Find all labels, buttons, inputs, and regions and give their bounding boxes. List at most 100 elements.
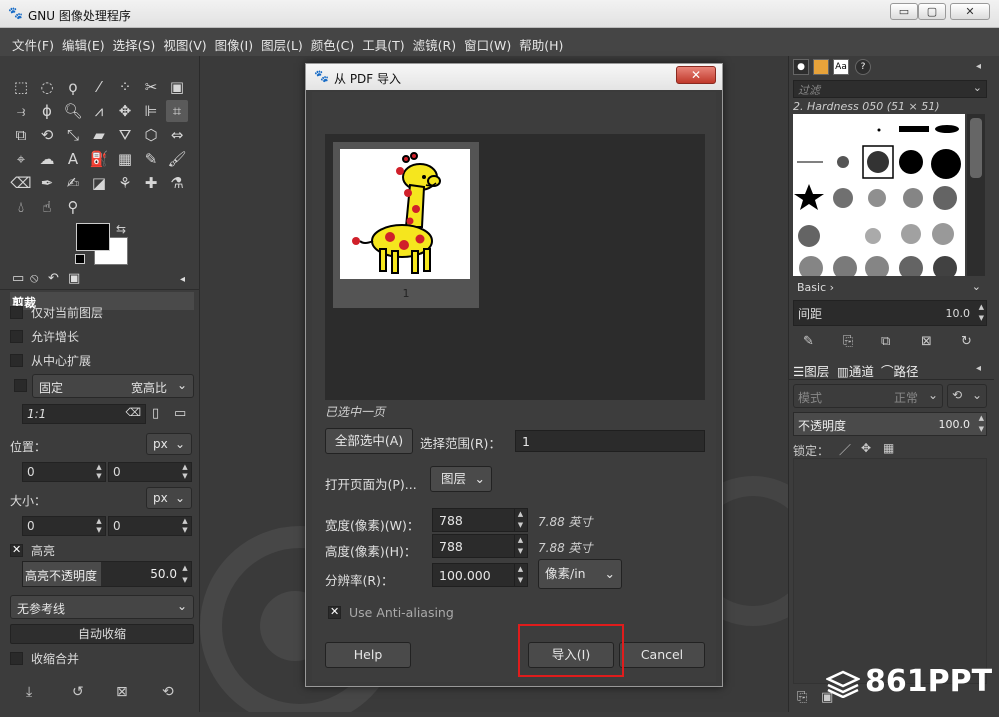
tab-channels[interactable]: ▥通道	[837, 361, 874, 380]
heal-tool-icon[interactable]: ✚	[140, 172, 162, 194]
paths-tool-icon[interactable]: ⥽	[10, 100, 32, 122]
paintbrush-tool-icon[interactable]: 🖌︎	[166, 148, 188, 170]
position-x-input[interactable]: 0 ▲ ▼	[22, 462, 106, 482]
dock-menu-icon[interactable]: ◂	[976, 61, 981, 72]
flip-tool-icon[interactable]: ⇔	[166, 124, 188, 146]
fuzzy-select-tool-icon[interactable]: ⁄	[88, 76, 110, 98]
duplicate-brush-icon[interactable]: ⧉	[881, 334, 890, 349]
brush-set-combo[interactable]: Basic › ⌄	[793, 280, 987, 298]
height-input[interactable]: 788 ▲ ▼	[432, 534, 528, 558]
help-button[interactable]: Help	[325, 642, 411, 668]
spin-arrows-icon[interactable]: ▲ ▼	[979, 413, 984, 435]
patterns-tab-icon[interactable]	[813, 59, 829, 75]
spin-arrows-icon[interactable]: ▲ ▼	[94, 463, 104, 481]
help-tab-icon[interactable]: ?	[855, 59, 871, 75]
guides-combo[interactable]: 无参考线 ⌄	[10, 595, 194, 619]
smudge-tool-icon[interactable]: ☝	[36, 196, 58, 218]
rotate-tool-icon[interactable]: ⟲	[36, 124, 58, 146]
resolution-unit-combo[interactable]: 像素/in ⌄	[538, 559, 622, 589]
lock-position-icon[interactable]: ✥	[861, 441, 871, 455]
blur-tool-icon[interactable]: 💧︎	[10, 196, 32, 218]
save-options-icon[interactable]: ⤓	[26, 684, 32, 700]
cancel-button[interactable]: Cancel	[619, 642, 705, 668]
tab-layers[interactable]: ☰图层	[793, 361, 829, 380]
clear-entry-icon[interactable]: ⌫	[125, 406, 141, 419]
perspective-tool-icon[interactable]: ⛛	[114, 124, 136, 146]
fixed-checkbox[interactable]	[14, 379, 27, 392]
foreground-select-tool-icon[interactable]: ▣	[166, 76, 188, 98]
expand-from-center-row[interactable]: 从中心扩展	[10, 350, 91, 370]
scale-tool-icon[interactable]: ⤡	[62, 124, 84, 146]
menu-colors[interactable]: 颜色(C)	[307, 28, 358, 56]
measure-tool-icon[interactable]: ⩘	[88, 100, 110, 122]
cage-tool-icon[interactable]: ⌖	[10, 148, 32, 170]
position-y-input[interactable]: 0 ▲ ▼	[108, 462, 192, 482]
menu-select[interactable]: 选择(S)	[109, 28, 160, 56]
menu-layer[interactable]: 图层(L)	[257, 28, 307, 56]
maximize-button[interactable]: ▢	[918, 3, 946, 20]
layer-mode-combo[interactable]: 模式 正常 ⌄	[793, 384, 943, 408]
position-unit-combo[interactable]: px ⌄	[146, 433, 192, 455]
ratio-input[interactable]: 1:1 ⌫	[22, 404, 146, 424]
images-tab-icon[interactable]: ▣	[68, 271, 80, 286]
crop-tool-icon[interactable]: ⌗	[166, 100, 188, 122]
shrink-merged-checkbox[interactable]	[10, 651, 23, 665]
brush-filter-input[interactable]: 过滤 ⌄	[793, 80, 987, 98]
select-all-button[interactable]: 全部选中(A)	[325, 428, 413, 454]
edit-brush-icon[interactable]: ✎	[803, 334, 814, 349]
clone-tool-icon[interactable]: ⚘	[114, 172, 136, 194]
size-w-input[interactable]: 0 ▲ ▼	[22, 516, 106, 536]
page-thumbnail-selected[interactable]: 1	[333, 142, 479, 308]
dialog-close-button[interactable]: ✕	[676, 66, 716, 84]
spin-arrows-icon[interactable]: ▲ ▼	[180, 517, 190, 535]
spacing-slider[interactable]: 间距 10.0 ▲ ▼	[793, 300, 987, 326]
refresh-brushes-icon[interactable]: ↻	[961, 334, 972, 349]
bucket-fill-tool-icon[interactable]: ⛽	[88, 148, 110, 170]
shrink-merged-row[interactable]: 收缩合并	[10, 648, 79, 668]
restore-options-icon[interactable]: ↺	[72, 684, 84, 700]
eraser-tool-icon[interactable]: ⌫	[10, 172, 32, 194]
spin-arrows-icon[interactable]: ▲ ▼	[94, 517, 104, 535]
foreground-color-swatch[interactable]	[76, 223, 110, 251]
menu-help[interactable]: 帮助(H)	[515, 28, 567, 56]
fixed-combo[interactable]: 固定 宽高比 ⌄	[32, 374, 194, 398]
brush-scrollbar[interactable]	[967, 114, 985, 276]
move-tool-icon[interactable]: ✥	[114, 100, 136, 122]
brushes-tab-icon[interactable]: ●	[793, 59, 809, 75]
resolution-input[interactable]: 100.000 ▲ ▼	[432, 563, 528, 587]
reset-colors-icon[interactable]	[75, 254, 85, 264]
spin-arrows-icon[interactable]: ▲ ▼	[180, 463, 190, 481]
new-layer-icon[interactable]: ⎘	[797, 690, 807, 705]
fonts-tab-icon[interactable]: Aa	[833, 59, 849, 75]
landscape-icon[interactable]: ▭	[174, 406, 186, 421]
delete-brush-icon[interactable]: ⊠	[921, 334, 932, 349]
current-layer-only-checkbox[interactable]	[10, 305, 23, 319]
highlight-row[interactable]: 高亮	[10, 540, 55, 560]
menu-view[interactable]: 视图(V)	[159, 28, 210, 56]
highlight-checkbox[interactable]	[10, 543, 23, 557]
select-range-input[interactable]: 1	[515, 430, 705, 452]
scrollbar-thumb[interactable]	[970, 118, 982, 178]
spin-arrows-icon[interactable]: ▲ ▼	[514, 535, 526, 557]
rect-select-tool-icon[interactable]: ⬚	[10, 76, 32, 98]
spin-arrows-icon[interactable]: ▲ ▼	[514, 509, 526, 531]
undo-history-tab-icon[interactable]: ↶	[48, 271, 59, 286]
align-tool-icon[interactable]: ⊫	[140, 100, 162, 122]
airbrush-tool-icon[interactable]: ✒	[36, 172, 58, 194]
composite-mode-combo[interactable]: ⟲ ⌄	[947, 384, 987, 408]
new-brush-icon[interactable]: ⎘	[843, 334, 853, 349]
size-unit-combo[interactable]: px ⌄	[146, 487, 192, 509]
ellipse-select-tool-icon[interactable]: ◌	[36, 76, 58, 98]
zoom-tool-icon[interactable]: 🔍︎	[62, 100, 84, 122]
unified-transform-tool-icon[interactable]: ⧉	[10, 124, 32, 146]
brush-grid[interactable]	[793, 114, 965, 280]
portrait-icon[interactable]: ▯	[152, 406, 159, 421]
layer-opacity-slider[interactable]: 不透明度 100.0 ▲ ▼	[793, 412, 987, 436]
free-select-tool-icon[interactable]: ϙ	[62, 76, 84, 98]
swap-colors-icon[interactable]: ⇆	[116, 222, 126, 236]
allow-growing-row[interactable]: 允许增长	[10, 326, 79, 346]
menu-windows[interactable]: 窗口(W)	[460, 28, 515, 56]
expand-from-center-checkbox[interactable]	[10, 353, 23, 367]
antialias-row[interactable]: Use Anti-aliasing	[328, 605, 454, 620]
lock-pixels-icon[interactable]: ／	[839, 441, 851, 458]
